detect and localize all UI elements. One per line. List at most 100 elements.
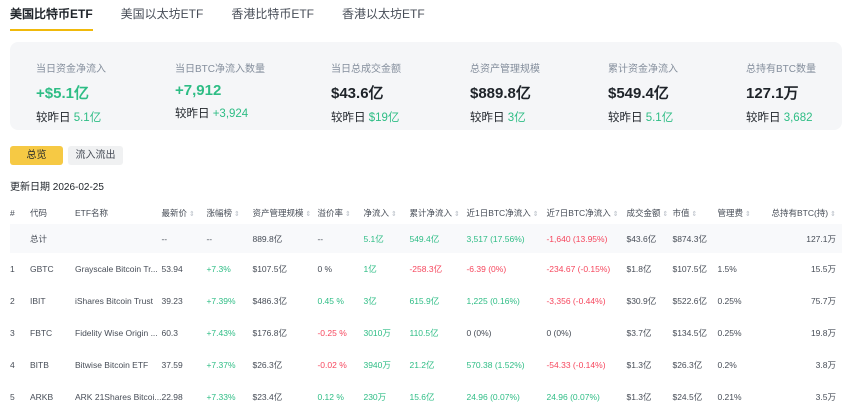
stat-label: 总持有BTC数量 xyxy=(746,64,816,75)
stat-value: +7,912 xyxy=(175,82,222,99)
column-header[interactable]: 总持有BTC(持) ⇕ xyxy=(762,202,842,224)
cell-5: $26.3亿 xyxy=(252,360,283,370)
column-header[interactable]: 近1日BTC净流入 ⇕ xyxy=(466,202,546,224)
column-header[interactable]: 近7日BTC净流入 ⇕ xyxy=(546,202,626,224)
stat-item: 总持有BTC数量 127.1万 较昨日 3,682 xyxy=(746,60,816,125)
cell-4: +7.43% xyxy=(206,328,236,338)
cell-14: 3.5万 xyxy=(815,392,836,402)
cell-1: FBTC xyxy=(30,328,53,338)
stat-compare: 较昨日 3,682 xyxy=(746,109,816,125)
column-header[interactable]: 涨幅榜 ⇕ xyxy=(206,202,252,224)
cell-9: 1,225 (0.16%) xyxy=(466,296,520,306)
column-header[interactable]: 累计净流入 ⇕ xyxy=(409,202,466,224)
cell-13: 0.2% xyxy=(717,360,737,370)
sort-icon[interactable]: ⇕ xyxy=(745,211,751,218)
sort-icon[interactable]: ⇕ xyxy=(345,211,351,218)
stat-compare: 较昨日 5.1亿 xyxy=(36,109,106,125)
summary-card: 当日资金净流入 +$5.1亿 较昨日 5.1亿 当日BTC净流入数量 +7,912 较昨日… xyxy=(10,42,842,130)
sort-icon[interactable]: ⇕ xyxy=(234,211,240,218)
stat-label: 累计资金净流入 xyxy=(608,64,678,75)
compare-label: 较昨日 xyxy=(746,112,781,124)
header-label: 累计净流入 xyxy=(409,208,452,218)
sort-icon[interactable]: ⇕ xyxy=(305,211,311,218)
cell-3: 37.59 xyxy=(161,360,183,370)
compare-label: 较昨日 xyxy=(36,112,71,124)
flows-button[interactable]: 流入流出 xyxy=(68,146,123,165)
cell-14: 127.1万 xyxy=(762,224,842,253)
tab-0[interactable]: 美国比特币ETF xyxy=(10,0,93,31)
stat-label: 当日资金净流入 xyxy=(36,64,106,75)
stat-label: 总资产管理规模 xyxy=(470,64,540,75)
table-row[interactable]: 1 GBTC Grayscale Bitcoin Tr... 53.94 +7.3% $1… xyxy=(10,253,842,285)
cell-4: +7.39% xyxy=(206,296,236,306)
cell-0: 5 xyxy=(10,392,15,402)
header-label: 近1日BTC净流入 xyxy=(466,208,531,218)
stat-compare: 较昨日 $19亿 xyxy=(331,109,401,125)
cell-4: +7.33% xyxy=(206,392,236,402)
stat-label: 当日BTC净流入数量 xyxy=(175,64,265,75)
cell-8: 549.4亿 xyxy=(409,224,467,253)
sort-icon[interactable]: ⇕ xyxy=(830,211,836,218)
cell-9: 570.38 (1.52%) xyxy=(466,360,525,370)
cell-13: 0.25% xyxy=(717,296,742,306)
cell-12: $107.5亿 xyxy=(672,264,707,274)
header-label: 管理费 xyxy=(717,208,743,218)
header-label: 总持有BTC(持) xyxy=(771,208,829,218)
sort-icon[interactable]: ⇕ xyxy=(454,211,460,218)
sort-icon[interactable]: ⇕ xyxy=(391,211,397,218)
cell-2: ARK 21Shares Bitcoi... xyxy=(75,392,162,402)
cell-6: -- xyxy=(317,224,364,253)
sort-icon[interactable]: ⇕ xyxy=(189,211,195,218)
cell-14: 75.7万 xyxy=(810,296,836,306)
cell-3: 39.23 xyxy=(161,296,183,306)
etf-tabs: 美国比特币ETF 美国以太坊ETF 香港比特币ETF 香港以太坊ETF xyxy=(10,0,425,31)
cell-14: 19.8万 xyxy=(810,328,836,338)
column-header[interactable]: 市值 ⇕ xyxy=(672,202,717,224)
column-header[interactable]: 溢价率 ⇕ xyxy=(317,202,363,224)
column-header[interactable]: 资产管理规模 ⇕ xyxy=(252,202,317,224)
column-header: # xyxy=(10,202,30,224)
column-header[interactable]: 成交金额 ⇕ xyxy=(626,202,672,224)
sort-icon[interactable]: ⇕ xyxy=(662,211,668,218)
cell-10: -3,356 (-0.44%) xyxy=(546,296,606,306)
header-label: # xyxy=(10,208,15,218)
cell-11: $1.8亿 xyxy=(626,264,652,274)
cell-1: ARKB xyxy=(30,392,54,402)
column-header[interactable]: 净流入 ⇕ xyxy=(363,202,409,224)
cell-1: GBTC xyxy=(30,264,54,274)
header-label: ETF名称 xyxy=(75,208,109,218)
stat-compare: 较昨日 5.1亿 xyxy=(608,109,678,125)
cell-9: 24.96 (0.07%) xyxy=(466,392,520,402)
table-row[interactable]: 3 FBTC Fidelity Wise Origin ... 60.3 +7.43% $… xyxy=(10,317,842,349)
header-label: 近7日BTC净流入 xyxy=(546,208,611,218)
cell-1: IBIT xyxy=(30,296,46,306)
compare-label: 较昨日 xyxy=(331,112,366,124)
cell-13: 0.21% xyxy=(717,392,742,402)
cell-6: 0.45 % xyxy=(317,296,344,306)
cell-0: 1 xyxy=(10,264,15,274)
cell-7: 3亿 xyxy=(363,296,377,306)
column-header[interactable]: 最新价 ⇕ xyxy=(161,202,206,224)
table-row[interactable]: 4 BITB Bitwise Bitcoin ETF 37.59 +7.37% $26.3… xyxy=(10,349,842,381)
tab-1[interactable]: 美国以太坊ETF xyxy=(121,0,204,30)
table-row[interactable]: 5 ARKB ARK 21Shares Bitcoi... 22.98 +7.33% $2… xyxy=(10,381,842,413)
cell-0: 3 xyxy=(10,328,15,338)
cell-12: $26.3亿 xyxy=(672,360,703,370)
sort-icon[interactable]: ⇕ xyxy=(613,211,619,218)
cell-8: 110.5亿 xyxy=(409,328,439,338)
cell-9: 3,517 (17.56%) xyxy=(466,224,547,253)
header-label: 代码 xyxy=(30,208,48,218)
overview-button[interactable]: 总览 xyxy=(10,146,63,165)
tab-2[interactable]: 香港比特币ETF xyxy=(231,0,314,30)
sort-icon[interactable]: ⇕ xyxy=(533,211,539,218)
cell-7: 5.1亿 xyxy=(363,224,410,253)
header-label: 溢价率 xyxy=(317,208,343,218)
table-row[interactable]: 2 IBIT iShares Bitcoin Trust 39.23 +7.39% $48… xyxy=(10,285,842,317)
total-row[interactable]: 总计 -- -- 889.8亿 -- 5.1亿 549.4亿 3,517 (17.56%) -1… xyxy=(10,224,842,253)
cell-7: 230万 xyxy=(363,392,387,402)
tab-3[interactable]: 香港以太坊ETF xyxy=(342,0,425,30)
cell-5: $486.3亿 xyxy=(252,296,287,306)
column-header[interactable]: 管理费 ⇕ xyxy=(717,202,762,224)
cell-10: 0 (0%) xyxy=(546,328,572,338)
sort-icon[interactable]: ⇕ xyxy=(691,211,697,218)
